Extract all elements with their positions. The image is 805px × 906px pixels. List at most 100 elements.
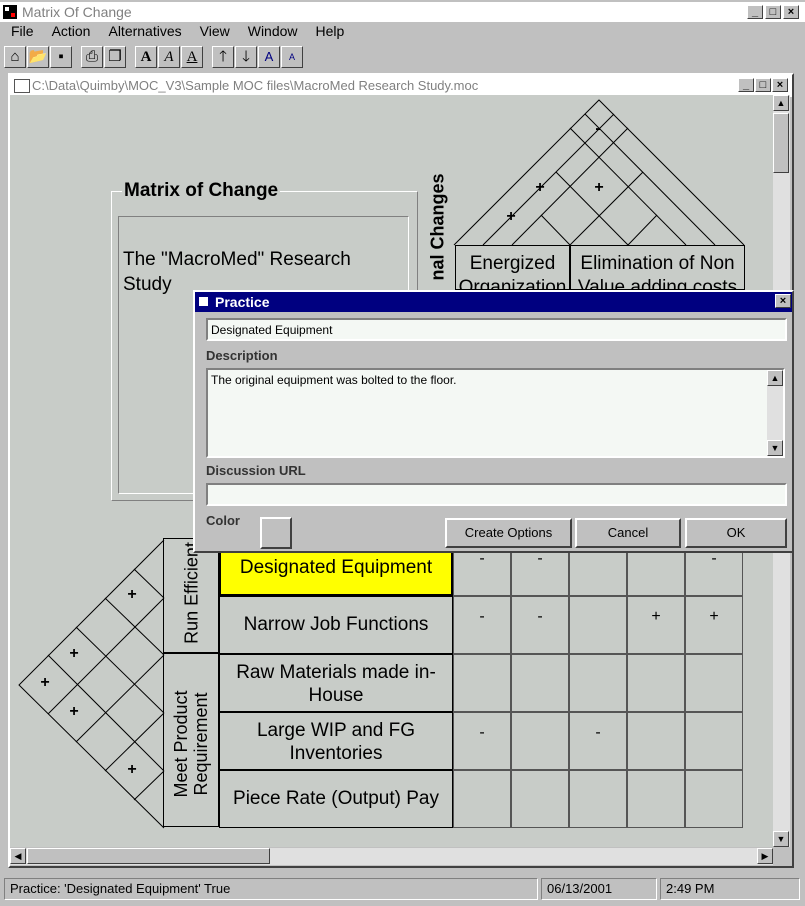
matrix-cell[interactable] — [569, 654, 627, 712]
menu-alternatives[interactable]: Alternatives — [99, 22, 190, 40]
matrix-cell[interactable]: + — [627, 596, 685, 654]
new-icon[interactable]: ⌂ — [4, 46, 26, 68]
status-message: Practice: 'Designated Equipment' True — [4, 878, 538, 900]
menu-help[interactable]: Help — [307, 22, 354, 40]
dialog-titlebar: Practice × — [195, 292, 792, 312]
top-roof-diagram — [453, 99, 745, 246]
left-roof-mark: + — [40, 674, 50, 691]
roof-mark: - — [595, 120, 601, 137]
arrow-up-icon[interactable]: 🡑 — [212, 46, 234, 68]
matrix-cell[interactable] — [627, 712, 685, 770]
app-icon[interactable] — [3, 5, 17, 19]
matrix-cell[interactable]: - — [569, 712, 627, 770]
matrix-cell[interactable]: + — [685, 596, 743, 654]
doc-maximize-icon[interactable]: □ — [755, 78, 771, 92]
app-titlebar: Matrix Of Change _ □ × — [0, 2, 805, 22]
row-label[interactable]: Narrow Job Functions — [219, 596, 453, 654]
group-run-efficient[interactable]: Run Efficient — [163, 538, 219, 653]
left-roof-mark: + — [127, 586, 137, 603]
row-label[interactable]: Large WIP and FG Inventories — [219, 712, 453, 770]
menu-view[interactable]: View — [191, 22, 239, 40]
matrix-cell[interactable] — [569, 596, 627, 654]
horizontal-scrollbar[interactable]: ◀ ▶ — [10, 848, 773, 865]
matrix-cell[interactable]: - — [511, 596, 569, 654]
matrix-cell[interactable] — [627, 654, 685, 712]
open-folder-icon[interactable]: 📂 — [27, 46, 49, 68]
description-scroll-down-icon[interactable]: ▼ — [767, 440, 783, 456]
cancel-button[interactable]: Cancel — [575, 518, 681, 548]
description-scroll-up-icon[interactable]: ▲ — [767, 370, 783, 386]
description-text: The original equipment was bolted to the… — [211, 373, 457, 387]
description-label: Description — [206, 348, 278, 363]
matrix-cell[interactable] — [511, 770, 569, 828]
document-icon[interactable] — [14, 79, 30, 93]
font-smaller-icon[interactable]: A — [281, 46, 303, 68]
font-larger-icon[interactable]: A — [258, 46, 280, 68]
scroll-left-icon[interactable]: ◀ — [10, 848, 26, 864]
matrix-cell[interactable] — [685, 770, 743, 828]
left-roof-mark: + — [127, 761, 137, 778]
matrix-cell[interactable] — [569, 770, 627, 828]
font-underline-icon[interactable]: A — [181, 46, 203, 68]
changes-heading: nal Changes — [427, 173, 448, 281]
roof-mark: + — [506, 208, 516, 225]
description-textarea[interactable]: The original equipment was bolted to the… — [206, 368, 785, 458]
print-icon[interactable]: ⎙ — [81, 46, 103, 68]
matrix-cell[interactable]: - — [453, 712, 511, 770]
vertical-scroll-thumb[interactable] — [773, 113, 789, 173]
left-roof-mark: + — [69, 703, 79, 720]
app-title: Matrix Of Change — [22, 4, 132, 20]
scroll-down-icon[interactable]: ▼ — [773, 831, 789, 847]
discussion-url-input[interactable] — [206, 483, 787, 506]
matrix-cell[interactable] — [511, 712, 569, 770]
matrix-cell[interactable]: - — [453, 596, 511, 654]
group-meet-product-requirement[interactable]: Meet Product Requirement — [163, 653, 219, 827]
color-label: Color — [206, 513, 240, 528]
column-header[interactable]: Elimination of Non Value adding costs — [570, 245, 745, 290]
document-titlebar: C:\Data\Quimby\MOC_V3\Sample MOC files\M… — [10, 75, 792, 97]
practice-dialog: Practice × Designated Equipment Descript… — [193, 290, 794, 553]
ok-button[interactable]: OK — [685, 518, 787, 548]
menu-bar: File Action Alternatives View Window Help — [2, 22, 353, 40]
menu-file[interactable]: File — [2, 22, 43, 40]
url-label: Discussion URL — [206, 463, 306, 478]
row-label[interactable]: Raw Materials made in-House — [219, 654, 453, 712]
maximize-icon[interactable]: □ — [765, 5, 781, 19]
arrow-down-icon[interactable]: 🡓 — [235, 46, 257, 68]
document-title: C:\Data\Quimby\MOC_V3\Sample MOC files\M… — [32, 78, 479, 93]
status-time: 2:49 PM — [660, 878, 800, 900]
panel-title: Matrix of Change — [122, 180, 281, 202]
menu-window[interactable]: Window — [239, 22, 307, 40]
matrix-cell[interactable] — [511, 654, 569, 712]
dialog-icon — [199, 297, 208, 306]
font-bold-icon[interactable]: A — [135, 46, 157, 68]
description-scrollbar[interactable]: ▲ ▼ — [767, 370, 783, 456]
matrix-cell[interactable] — [685, 712, 743, 770]
menu-action[interactable]: Action — [43, 22, 100, 40]
copy-icon[interactable]: ❐ — [104, 46, 126, 68]
row-label[interactable]: Piece Rate (Output) Pay — [219, 770, 453, 828]
create-options-button[interactable]: Create Options — [445, 518, 572, 548]
matrix-cell[interactable] — [685, 654, 743, 712]
roof-mark: + — [594, 179, 604, 196]
font-italic-icon[interactable]: A — [158, 46, 180, 68]
matrix-cell[interactable] — [453, 654, 511, 712]
status-date: 06/13/2001 — [541, 878, 657, 900]
scroll-right-icon[interactable]: ▶ — [757, 848, 773, 864]
doc-close-icon[interactable]: × — [772, 78, 788, 92]
horizontal-scroll-thumb[interactable] — [27, 848, 270, 864]
matrix-cell[interactable] — [627, 770, 685, 828]
minimize-icon[interactable]: _ — [747, 5, 763, 19]
column-header[interactable]: Energized Organization — [455, 245, 570, 290]
color-swatch-button[interactable] — [260, 517, 292, 549]
matrix-cell[interactable] — [453, 770, 511, 828]
close-icon[interactable]: × — [783, 5, 799, 19]
save-icon[interactable]: ▪ — [50, 46, 72, 68]
left-roof-mark: + — [69, 645, 79, 662]
practice-name-input[interactable]: Designated Equipment — [206, 318, 787, 341]
doc-minimize-icon[interactable]: _ — [738, 78, 754, 92]
scroll-up-icon[interactable]: ▲ — [773, 95, 789, 111]
dialog-title: Practice — [215, 294, 270, 310]
roof-mark: + — [535, 179, 545, 196]
dialog-close-icon[interactable]: × — [775, 294, 791, 308]
